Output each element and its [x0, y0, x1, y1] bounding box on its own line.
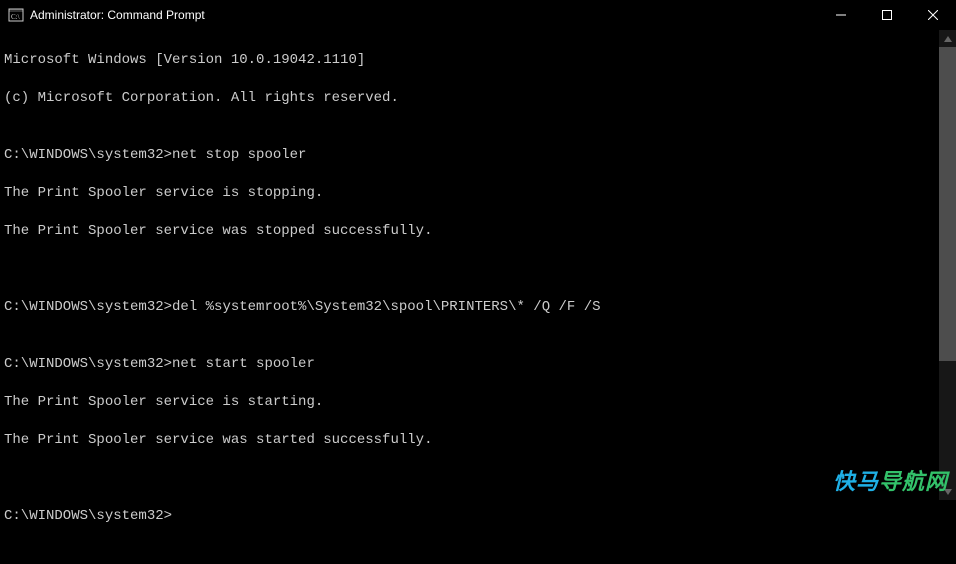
output-line: The Print Spooler service was started su…	[4, 431, 934, 450]
prompt: C:\WINDOWS\system32>	[4, 299, 172, 315]
maximize-button[interactable]	[864, 0, 910, 30]
command-text: net stop spooler	[172, 147, 306, 163]
command-text: del %systemroot%\System32\spool\PRINTERS…	[172, 299, 600, 315]
window-controls	[818, 0, 956, 30]
prompt: C:\WINDOWS\system32>	[4, 508, 172, 524]
output-line: The Print Spooler service is stopping.	[4, 184, 934, 203]
banner-line: (c) Microsoft Corporation. All rights re…	[4, 89, 934, 108]
prompt: C:\WINDOWS\system32>	[4, 147, 172, 163]
scroll-track[interactable]	[939, 47, 956, 483]
output-line: The Print Spooler service was stopped su…	[4, 222, 934, 241]
cmd-icon: C:\	[8, 7, 24, 23]
command-line: C:\WINDOWS\system32>del %systemroot%\Sys…	[4, 298, 934, 317]
command-text: net start spooler	[172, 356, 315, 372]
chevron-up-icon	[944, 36, 952, 42]
scroll-up-button[interactable]	[939, 30, 956, 47]
vertical-scrollbar[interactable]	[939, 30, 956, 500]
command-line: C:\WINDOWS\system32>net stop spooler	[4, 146, 934, 165]
close-icon	[928, 10, 938, 20]
chevron-down-icon	[944, 489, 952, 495]
titlebar[interactable]: C:\ Administrator: Command Prompt	[0, 0, 956, 30]
close-button[interactable]	[910, 0, 956, 30]
terminal-output: Microsoft Windows [Version 10.0.19042.11…	[0, 30, 938, 500]
minimize-icon	[836, 10, 846, 20]
scroll-thumb[interactable]	[939, 47, 956, 361]
prompt: C:\WINDOWS\system32>	[4, 356, 172, 372]
banner-line: Microsoft Windows [Version 10.0.19042.11…	[4, 51, 934, 70]
prompt-line: C:\WINDOWS\system32>	[4, 507, 934, 526]
svg-text:C:\: C:\	[11, 13, 20, 21]
output-line: The Print Spooler service is starting.	[4, 393, 934, 412]
maximize-icon	[882, 10, 892, 20]
window-title: Administrator: Command Prompt	[30, 8, 205, 22]
minimize-button[interactable]	[818, 0, 864, 30]
terminal-area[interactable]: Microsoft Windows [Version 10.0.19042.11…	[0, 30, 956, 500]
command-line: C:\WINDOWS\system32>net start spooler	[4, 355, 934, 374]
scroll-down-button[interactable]	[939, 483, 956, 500]
